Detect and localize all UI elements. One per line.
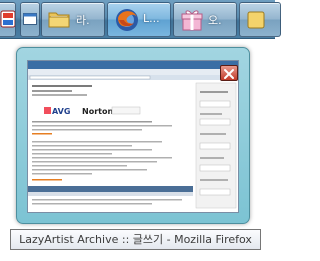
taskbar-button-gift[interactable]: 오. [173, 2, 237, 37]
preview-close-button[interactable] [220, 65, 238, 81]
window-icon [23, 13, 37, 25]
taskbar-button-firefox[interactable]: L... [107, 2, 171, 37]
avg-logo-text: AVG [52, 107, 70, 116]
gift-box-icon [181, 10, 203, 31]
taskbar-button-security[interactable] [0, 2, 16, 37]
taskbar-button-overflow[interactable] [239, 2, 281, 37]
taskbar-button-label: 라. [76, 14, 90, 27]
security-shield-icon [0, 10, 15, 28]
taskbar-button-label: L... [143, 12, 160, 25]
window-preview[interactable]: AVG Norton [16, 47, 250, 224]
taskbar-button-folder[interactable]: 라. [41, 2, 105, 37]
close-icon [224, 69, 234, 79]
taskbar-button-label: 오. [208, 14, 222, 27]
thumbnail-screenshot: AVG Norton [28, 61, 238, 212]
app-icon [247, 11, 265, 29]
folder-icon [48, 12, 70, 28]
taskbar: 라. L... 오. [0, 0, 281, 39]
preview-thumbnail[interactable]: AVG Norton [27, 60, 239, 213]
norton-logo-text: Norton [82, 107, 113, 116]
window-title-tooltip: LazyArtist Archive :: 글쓰기 - Mozilla Fire… [10, 229, 261, 250]
firefox-icon [116, 9, 138, 31]
taskbar-button-window[interactable] [20, 2, 40, 37]
